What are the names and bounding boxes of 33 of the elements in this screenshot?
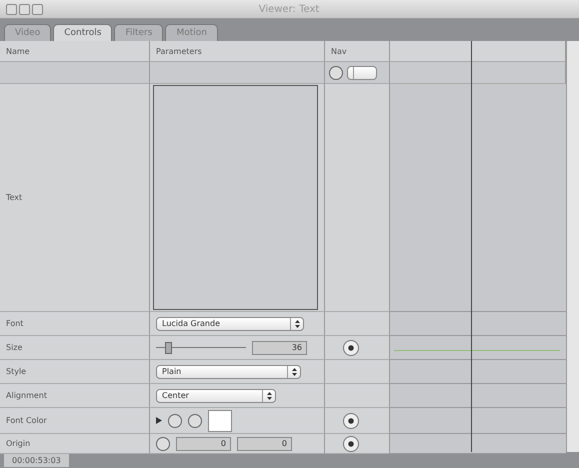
parameter-name: Origin: [6, 439, 30, 448]
stepper-icon: [266, 392, 272, 400]
stepper-icon: [292, 368, 296, 376]
parameter-name: Font: [6, 319, 24, 328]
scrollbar[interactable]: [566, 41, 579, 452]
timecode: 00:00:53:03: [4, 454, 69, 466]
close-button[interactable]: [6, 4, 17, 14]
column-header: Name: [0, 41, 150, 62]
window-title: Viewer: Text: [258, 4, 320, 14]
parameter-name: Text: [6, 193, 22, 202]
number-field[interactable]: 0: [176, 436, 231, 450]
number-field[interactable]: 36: [252, 340, 307, 354]
parameter-name: Alignment: [6, 391, 47, 400]
popup-menu[interactable]: Plain: [156, 364, 301, 378]
popup-menu[interactable]: Lucida Grande: [156, 316, 304, 330]
column-header: Nav: [325, 41, 390, 62]
column-header: Parameters: [150, 41, 325, 62]
parameter-name: Style: [6, 367, 26, 376]
minimize-button[interactable]: [19, 4, 30, 14]
disclosure-triangle-icon[interactable]: [156, 417, 162, 424]
keyframe-button[interactable]: [343, 340, 359, 356]
slider-thumb[interactable]: [164, 342, 172, 354]
color-swatch[interactable]: [208, 410, 232, 432]
tab[interactable]: Controls: [53, 24, 112, 41]
number-field[interactable]: 0: [237, 436, 292, 450]
popup-menu[interactable]: Center: [156, 388, 276, 402]
keyframe-button[interactable]: [343, 412, 359, 428]
parameter-name: Font Color: [6, 416, 47, 425]
parameter-name: Size: [6, 343, 22, 352]
stepper-icon: [294, 320, 300, 328]
menu-popup[interactable]: [347, 66, 377, 80]
keyframe-button[interactable]: [343, 436, 359, 452]
zoom-button[interactable]: [32, 4, 43, 14]
